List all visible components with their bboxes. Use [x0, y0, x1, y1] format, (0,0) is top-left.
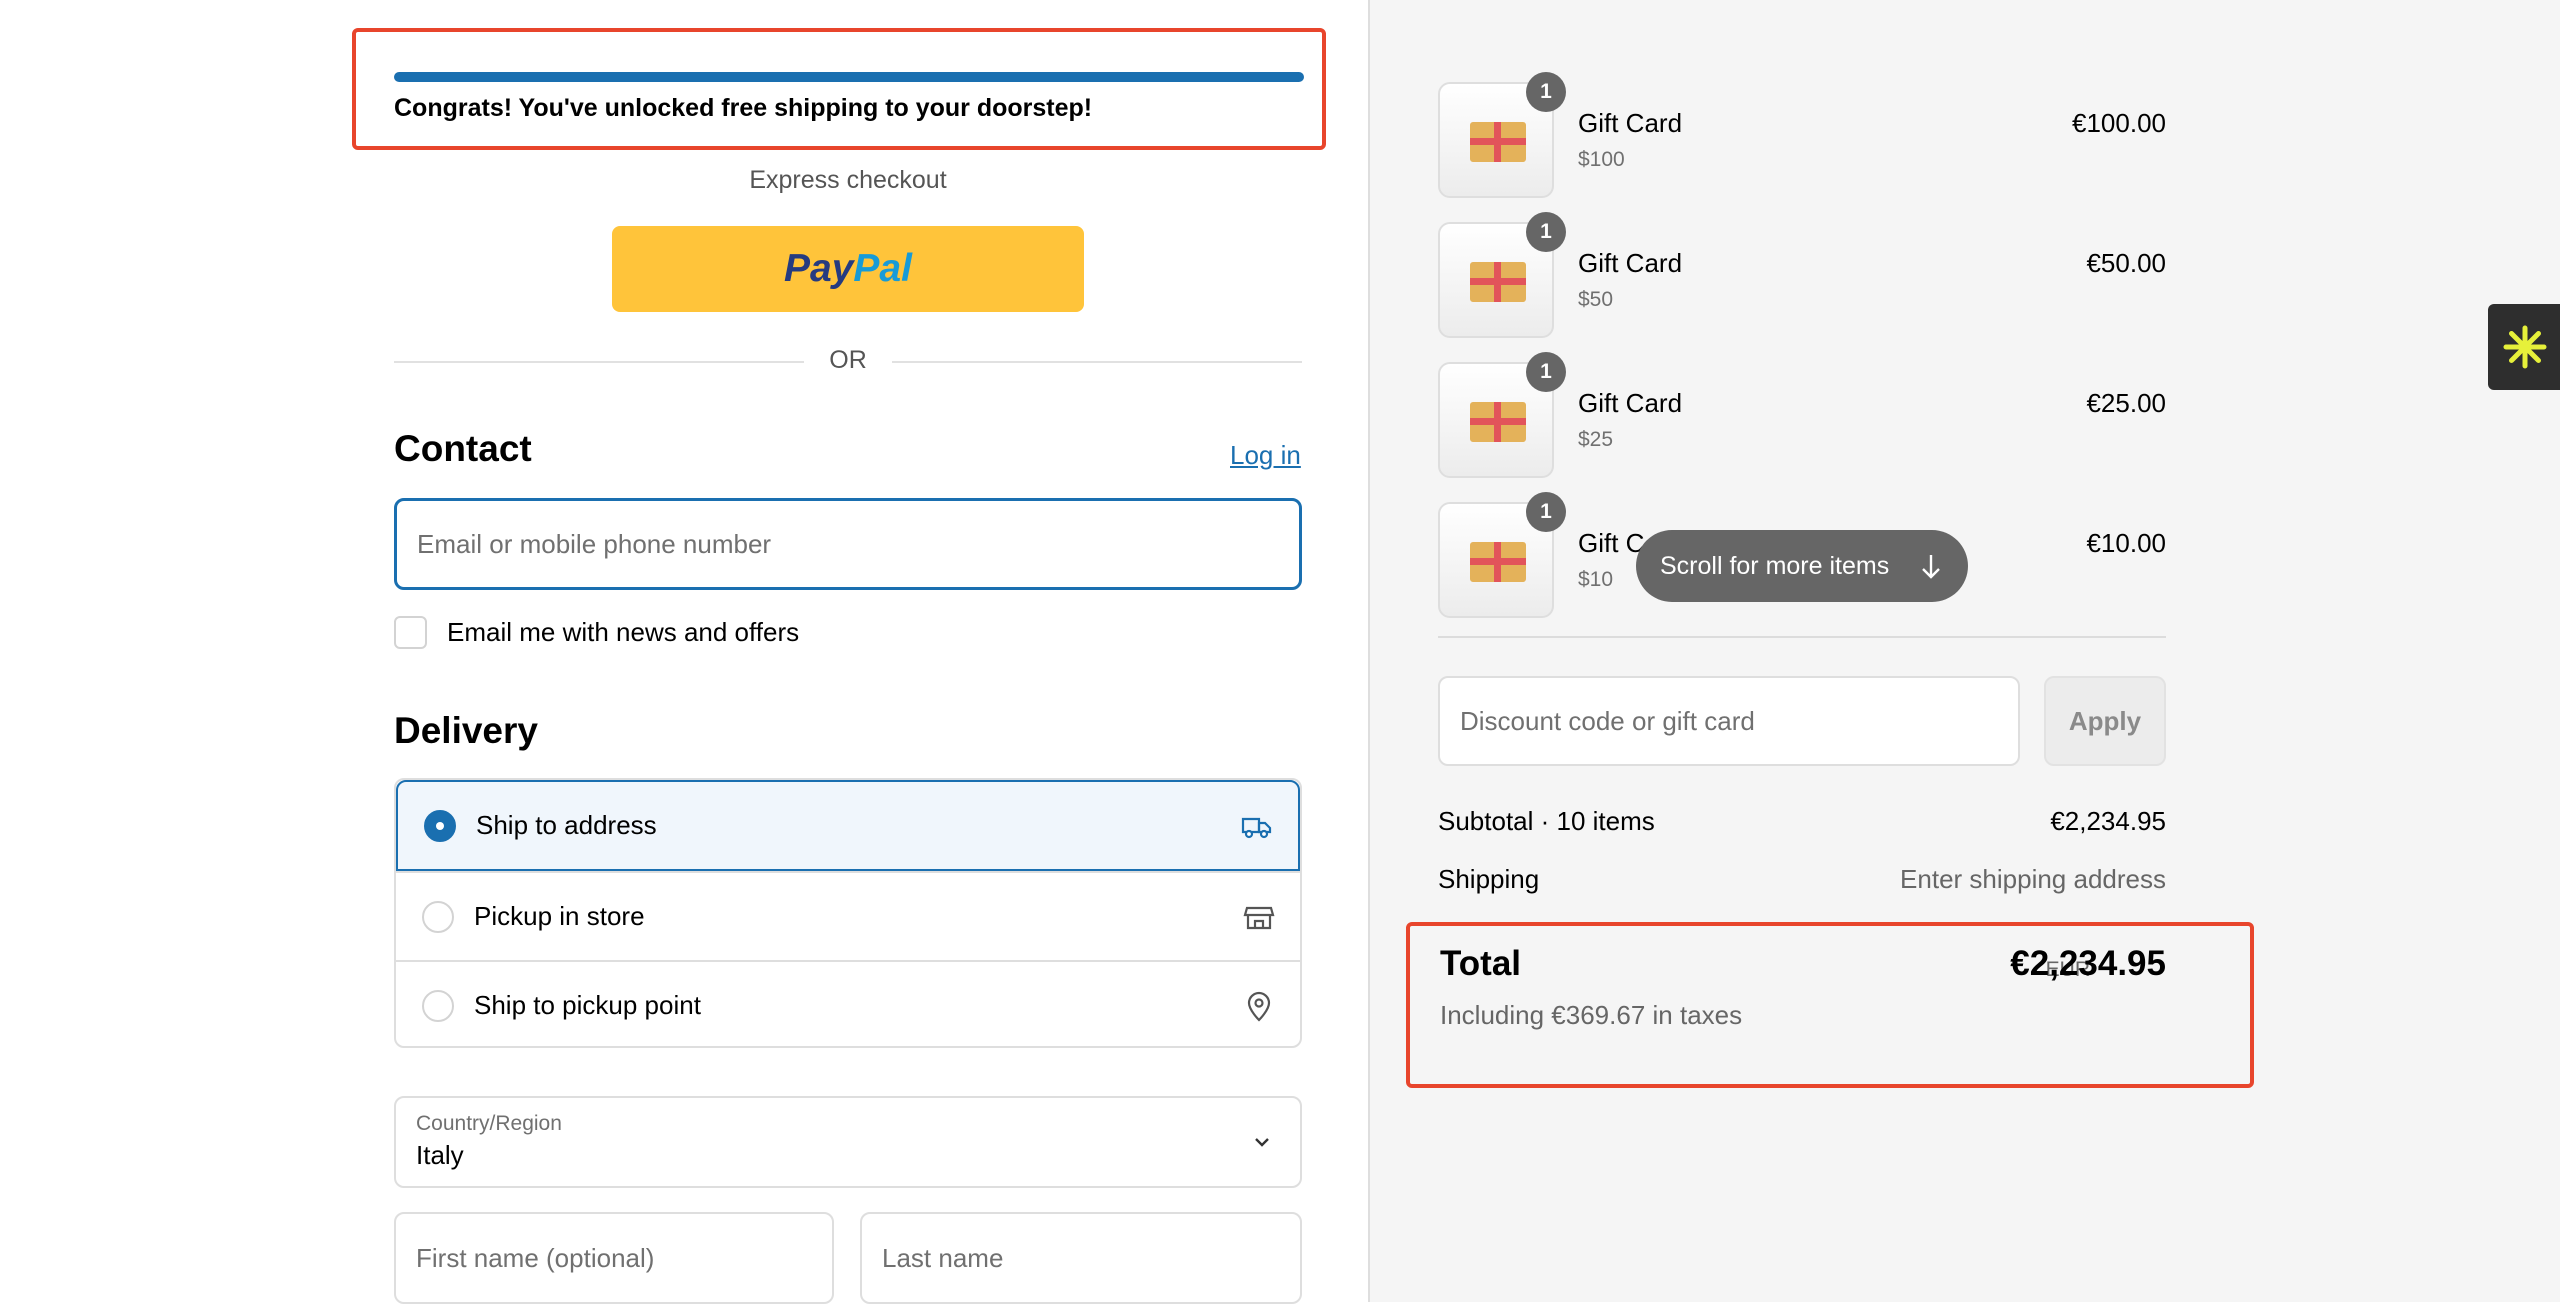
country-value: Italy	[416, 1140, 464, 1170]
shipping-label: Shipping	[1438, 864, 1540, 894]
store-icon	[1243, 906, 1275, 929]
country-select[interactable]: Country/Region Italy	[394, 1096, 1302, 1188]
order-total-box: Total EUR €2,234.95 Including €369.67 in…	[1406, 922, 2254, 1088]
delivery-option-label: Ship to address	[476, 810, 657, 840]
paypal-logo-part2: Pal	[853, 247, 912, 290]
delivery-option-ship-to-pickup-point[interactable]: Ship to pickup point	[396, 960, 1300, 1046]
cart-item: 1 Gift Card $100 €100.00	[1438, 72, 2166, 202]
item-name: Gift Card	[1578, 388, 1683, 418]
item-variant: $50	[1578, 288, 1614, 311]
delivery-options: Ship to address Pickup in store Ship to …	[394, 778, 1302, 1048]
paypal-button[interactable]: Pay Pal	[612, 226, 1084, 312]
chevron-down-icon	[1255, 1138, 1269, 1147]
item-price: €10.00	[2086, 528, 2166, 558]
floating-widget-button[interactable]	[2488, 304, 2560, 390]
checkout-form-panel: Congrats! You've unlocked free shipping …	[0, 0, 1368, 1304]
delivery-option-pickup-in-store[interactable]: Pickup in store	[396, 871, 1300, 960]
item-price: €50.00	[2086, 248, 2166, 278]
arrow-down-icon	[1922, 555, 1940, 579]
total-amount: €2,234.95	[2010, 944, 2166, 983]
item-price: €100.00	[2072, 108, 2166, 138]
scroll-hint-label: Scroll for more items	[1660, 551, 1890, 580]
subtotal-row: Subtotal · 10 items €2,234.95	[1438, 806, 2166, 842]
item-name: Gift Card	[1578, 108, 1683, 138]
contact-heading: Contact	[394, 428, 532, 469]
discount-placeholder: Discount code or gift card	[1460, 705, 1755, 736]
shipping-value: Enter shipping address	[1900, 864, 2166, 894]
item-name: Gift C	[1578, 528, 1645, 558]
divider-line-right	[892, 361, 1302, 363]
cart-item: 1 Gift Card $25 €25.00	[1438, 352, 2166, 482]
radio-unselected[interactable]	[422, 900, 454, 933]
quantity-badge: 1	[1526, 492, 1566, 532]
shipping-row: Shipping Enter shipping address	[1438, 864, 2166, 900]
item-name: Gift Card	[1578, 248, 1683, 278]
cart-item: 1 Gift Card $50 €50.00	[1438, 212, 2166, 342]
scroll-for-more-button[interactable]: Scroll for more items	[1636, 530, 1968, 602]
gift-box-icon	[1470, 402, 1526, 442]
item-variant: $25	[1578, 428, 1614, 451]
truck-icon	[1241, 817, 1272, 838]
paypal-logo-part1: Pay	[784, 247, 854, 290]
login-link[interactable]: Log in	[1230, 440, 1301, 471]
cart-items-divider	[1438, 636, 2166, 638]
item-variant: $10	[1578, 568, 1614, 591]
gift-box-icon	[1470, 262, 1526, 302]
item-variant: $100	[1578, 148, 1625, 171]
express-checkout-label: Express checkout	[749, 166, 947, 194]
first-name-input[interactable]: First name (optional)	[394, 1212, 834, 1304]
subtotal-value: €2,234.95	[2050, 806, 2166, 836]
radio-selected[interactable]	[424, 809, 456, 842]
first-name-placeholder: First name (optional)	[416, 1242, 655, 1273]
quantity-badge: 1	[1526, 72, 1566, 112]
location-pin-icon	[1247, 991, 1271, 1022]
or-divider: OR	[394, 346, 1302, 376]
shipping-progress-bar	[394, 72, 1304, 82]
discount-code-input[interactable]: Discount code or gift card	[1438, 676, 2020, 766]
total-label: Total	[1440, 944, 1522, 983]
email-placeholder: Email or mobile phone number	[417, 528, 772, 559]
sparkle-icon	[2503, 325, 2547, 369]
delivery-option-label: Pickup in store	[474, 901, 645, 931]
radio-unselected[interactable]	[422, 989, 454, 1022]
tax-note: Including €369.67 in taxes	[1440, 1000, 1743, 1030]
gift-box-icon	[1470, 122, 1526, 162]
item-price: €25.00	[2086, 388, 2166, 418]
delivery-option-ship-to-address[interactable]: Ship to address	[396, 780, 1300, 871]
quantity-badge: 1	[1526, 212, 1566, 252]
delivery-option-label: Ship to pickup point	[474, 990, 701, 1020]
country-label: Country/Region	[416, 1112, 562, 1135]
news-label: Email me with news and offers	[447, 616, 800, 647]
news-checkbox[interactable]	[394, 615, 427, 649]
last-name-input[interactable]: Last name	[860, 1212, 1302, 1304]
news-opt-in[interactable]: Email me with news and offers	[394, 614, 799, 650]
free-shipping-message: Congrats! You've unlocked free shipping …	[394, 94, 1093, 122]
subtotal-label: Subtotal · 10 items	[1438, 806, 1655, 836]
last-name-placeholder: Last name	[882, 1242, 1004, 1273]
free-shipping-banner: Congrats! You've unlocked free shipping …	[352, 28, 1326, 150]
gift-box-icon	[1470, 542, 1526, 582]
email-input[interactable]: Email or mobile phone number	[394, 498, 1302, 590]
quantity-badge: 1	[1526, 352, 1566, 392]
apply-discount-button[interactable]: Apply	[2044, 676, 2166, 766]
delivery-heading: Delivery	[394, 710, 538, 751]
